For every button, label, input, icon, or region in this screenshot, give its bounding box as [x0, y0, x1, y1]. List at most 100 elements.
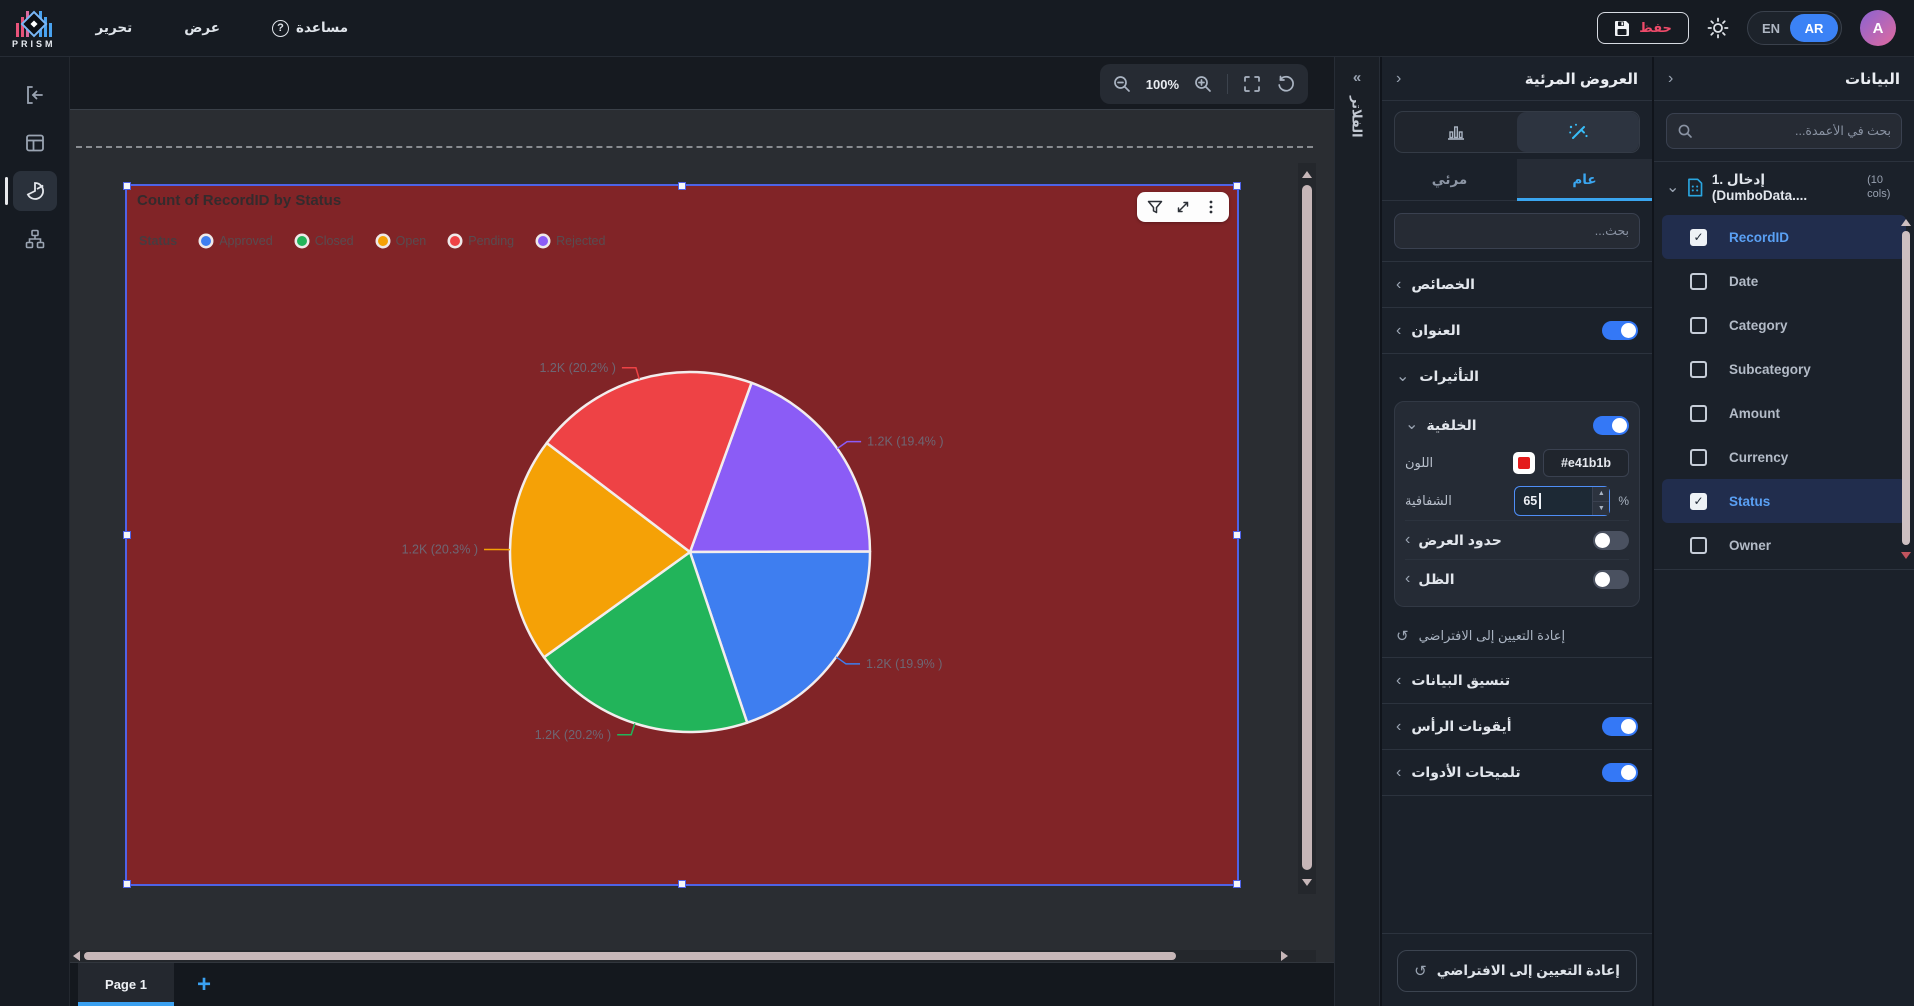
field-checkbox[interactable] [1690, 493, 1707, 510]
app-logo[interactable]: PRISM [12, 7, 56, 49]
collapse-data-panel-icon[interactable]: › [1668, 71, 1673, 87]
charts-view-button[interactable] [13, 171, 57, 211]
resize-handle[interactable] [1233, 531, 1241, 539]
canvas-viewport[interactable]: Count of RecordID by Status Status Appro… [70, 110, 1316, 950]
vscroll-thumb[interactable] [1302, 185, 1312, 870]
resize-handle[interactable] [123, 182, 131, 190]
chevron-down-icon: ⌄ [1396, 369, 1409, 385]
scroll-down-arrow[interactable] [1302, 879, 1312, 886]
section-data-format[interactable]: ‹ تنسيق البيانات [1382, 657, 1652, 703]
tab-general[interactable]: عام [1517, 159, 1652, 200]
field-checkbox[interactable] [1690, 273, 1707, 290]
color-hex-input[interactable]: #e41b1b [1543, 449, 1629, 477]
resize-handle[interactable] [1233, 182, 1241, 190]
field-checkbox[interactable] [1690, 405, 1707, 422]
field-row-subcategory[interactable]: Subcategory [1662, 347, 1906, 391]
expand-button[interactable] [1171, 195, 1195, 219]
reset-view-button[interactable] [1276, 74, 1296, 94]
hierarchy-view-button[interactable] [13, 219, 57, 259]
scroll-up-arrow[interactable] [1302, 171, 1312, 178]
menu-view[interactable]: عرض [184, 20, 220, 36]
border-row[interactable]: ‹ حدود العرض [1405, 521, 1629, 559]
format-mode-tab[interactable] [1517, 112, 1639, 152]
canvas-horizontal-scrollbar[interactable] [70, 950, 1316, 962]
menu-help[interactable]: ? مساعدة [272, 20, 348, 37]
tooltips-toggle[interactable] [1602, 763, 1638, 782]
section-title[interactable]: ‹ العنوان [1382, 307, 1652, 353]
lang-ar-label[interactable]: AR [1790, 14, 1838, 42]
zoom-out-button[interactable] [1112, 74, 1132, 94]
shadow-row[interactable]: ‹ الظل [1405, 560, 1629, 598]
field-row-date[interactable]: Date [1662, 259, 1906, 303]
spinner-up-button[interactable]: ▲ [1593, 487, 1609, 502]
section-effects[interactable]: ⌄ التأثيرات [1382, 353, 1652, 399]
expand-filters-icon[interactable]: « [1353, 69, 1361, 86]
menu-edit[interactable]: تحرير [96, 20, 133, 36]
title-toggle[interactable] [1602, 321, 1638, 340]
field-row-recordid[interactable]: RecordID [1662, 215, 1906, 259]
background-toggle[interactable] [1593, 416, 1629, 435]
page-tab-1[interactable]: Page 1 [78, 963, 174, 1006]
filter-button[interactable] [1143, 195, 1167, 219]
more-options-button[interactable] [1199, 195, 1223, 219]
section-properties[interactable]: ‹ الخصائص [1382, 261, 1652, 307]
scroll-right-arrow[interactable] [1281, 951, 1288, 961]
field-checkbox[interactable] [1690, 361, 1707, 378]
field-row-owner[interactable]: Owner [1662, 523, 1906, 567]
section-tooltips[interactable]: ‹ تلميحات الأدوات [1382, 749, 1652, 795]
column-search-input[interactable] [1701, 124, 1891, 138]
header-icons-toggle[interactable] [1602, 717, 1638, 736]
field-row-currency[interactable]: Currency [1662, 435, 1906, 479]
collapse-viz-panel-icon[interactable]: › [1396, 71, 1401, 87]
field-checkbox[interactable] [1690, 229, 1707, 246]
tab-visual[interactable]: مرئي [1382, 159, 1517, 200]
list-scroll-thumb[interactable] [1902, 231, 1910, 545]
hscroll-thumb[interactable] [84, 952, 1176, 960]
reset-all-button[interactable]: ↺ إعادة التعيين إلى الافتراضي [1397, 950, 1637, 992]
field-checkbox[interactable] [1690, 317, 1707, 334]
resize-handle[interactable] [123, 880, 131, 888]
lang-en-label[interactable]: EN [1762, 21, 1780, 36]
scroll-left-arrow[interactable] [73, 951, 80, 961]
reset-effects-link[interactable]: ↺ إعادة التعيين إلى الافتراضي [1382, 617, 1652, 657]
transparency-input[interactable] [1515, 487, 1573, 515]
fit-screen-button[interactable] [1242, 74, 1262, 94]
zoom-in-button[interactable] [1193, 74, 1213, 94]
menu-help-label: مساعدة [296, 20, 348, 36]
resize-handle[interactable] [123, 531, 131, 539]
field-label: Currency [1729, 450, 1788, 465]
viz-search-input[interactable] [1405, 224, 1629, 238]
resize-handle[interactable] [678, 182, 686, 190]
theme-toggle-button[interactable] [1707, 17, 1729, 39]
background-card: ⌄ الخلفية اللون #e41b1b الشفافية ▲ ▼ % [1394, 401, 1640, 607]
filters-label[interactable]: الفلاتر [1350, 96, 1365, 138]
canvas-vertical-scrollbar[interactable] [1298, 163, 1316, 894]
user-avatar[interactable]: A [1860, 10, 1896, 46]
field-row-category[interactable]: Category [1662, 303, 1906, 347]
list-scroll-down-arrow[interactable] [1901, 552, 1911, 559]
border-toggle[interactable] [1593, 531, 1629, 550]
save-button[interactable]: حفظ [1597, 12, 1689, 44]
resize-handle[interactable] [1233, 880, 1241, 888]
resize-handle[interactable] [678, 880, 686, 888]
field-row-amount[interactable]: Amount [1662, 391, 1906, 435]
collapse-sidebar-button[interactable] [13, 75, 57, 115]
field-row-status[interactable]: Status [1662, 479, 1906, 523]
language-toggle[interactable]: EN AR [1747, 11, 1842, 45]
background-header-row[interactable]: ⌄ الخلفية [1405, 406, 1629, 444]
spinner-down-button[interactable]: ▼ [1593, 502, 1609, 516]
dataset-row[interactable]: ⌄ 1. إدخال (DumboData.... (10 cols) [1654, 161, 1914, 213]
shadow-toggle[interactable] [1593, 570, 1629, 589]
field-checkbox[interactable] [1690, 449, 1707, 466]
pie-chart-widget[interactable]: Count of RecordID by Status Status Appro… [127, 186, 1237, 884]
color-label: اللون [1405, 455, 1433, 471]
section-header-icons[interactable]: ‹ أيقونات الرأس [1382, 703, 1652, 749]
color-swatch[interactable] [1513, 452, 1535, 474]
field-checkbox[interactable] [1690, 537, 1707, 554]
list-scroll-up-arrow[interactable] [1901, 219, 1911, 226]
add-page-button[interactable]: + [174, 963, 234, 1006]
chevron-left-icon: ‹ [1396, 277, 1401, 293]
build-mode-tab[interactable] [1395, 112, 1517, 152]
layout-view-button[interactable] [13, 123, 57, 163]
field-list-scrollbar[interactable] [1901, 219, 1911, 559]
